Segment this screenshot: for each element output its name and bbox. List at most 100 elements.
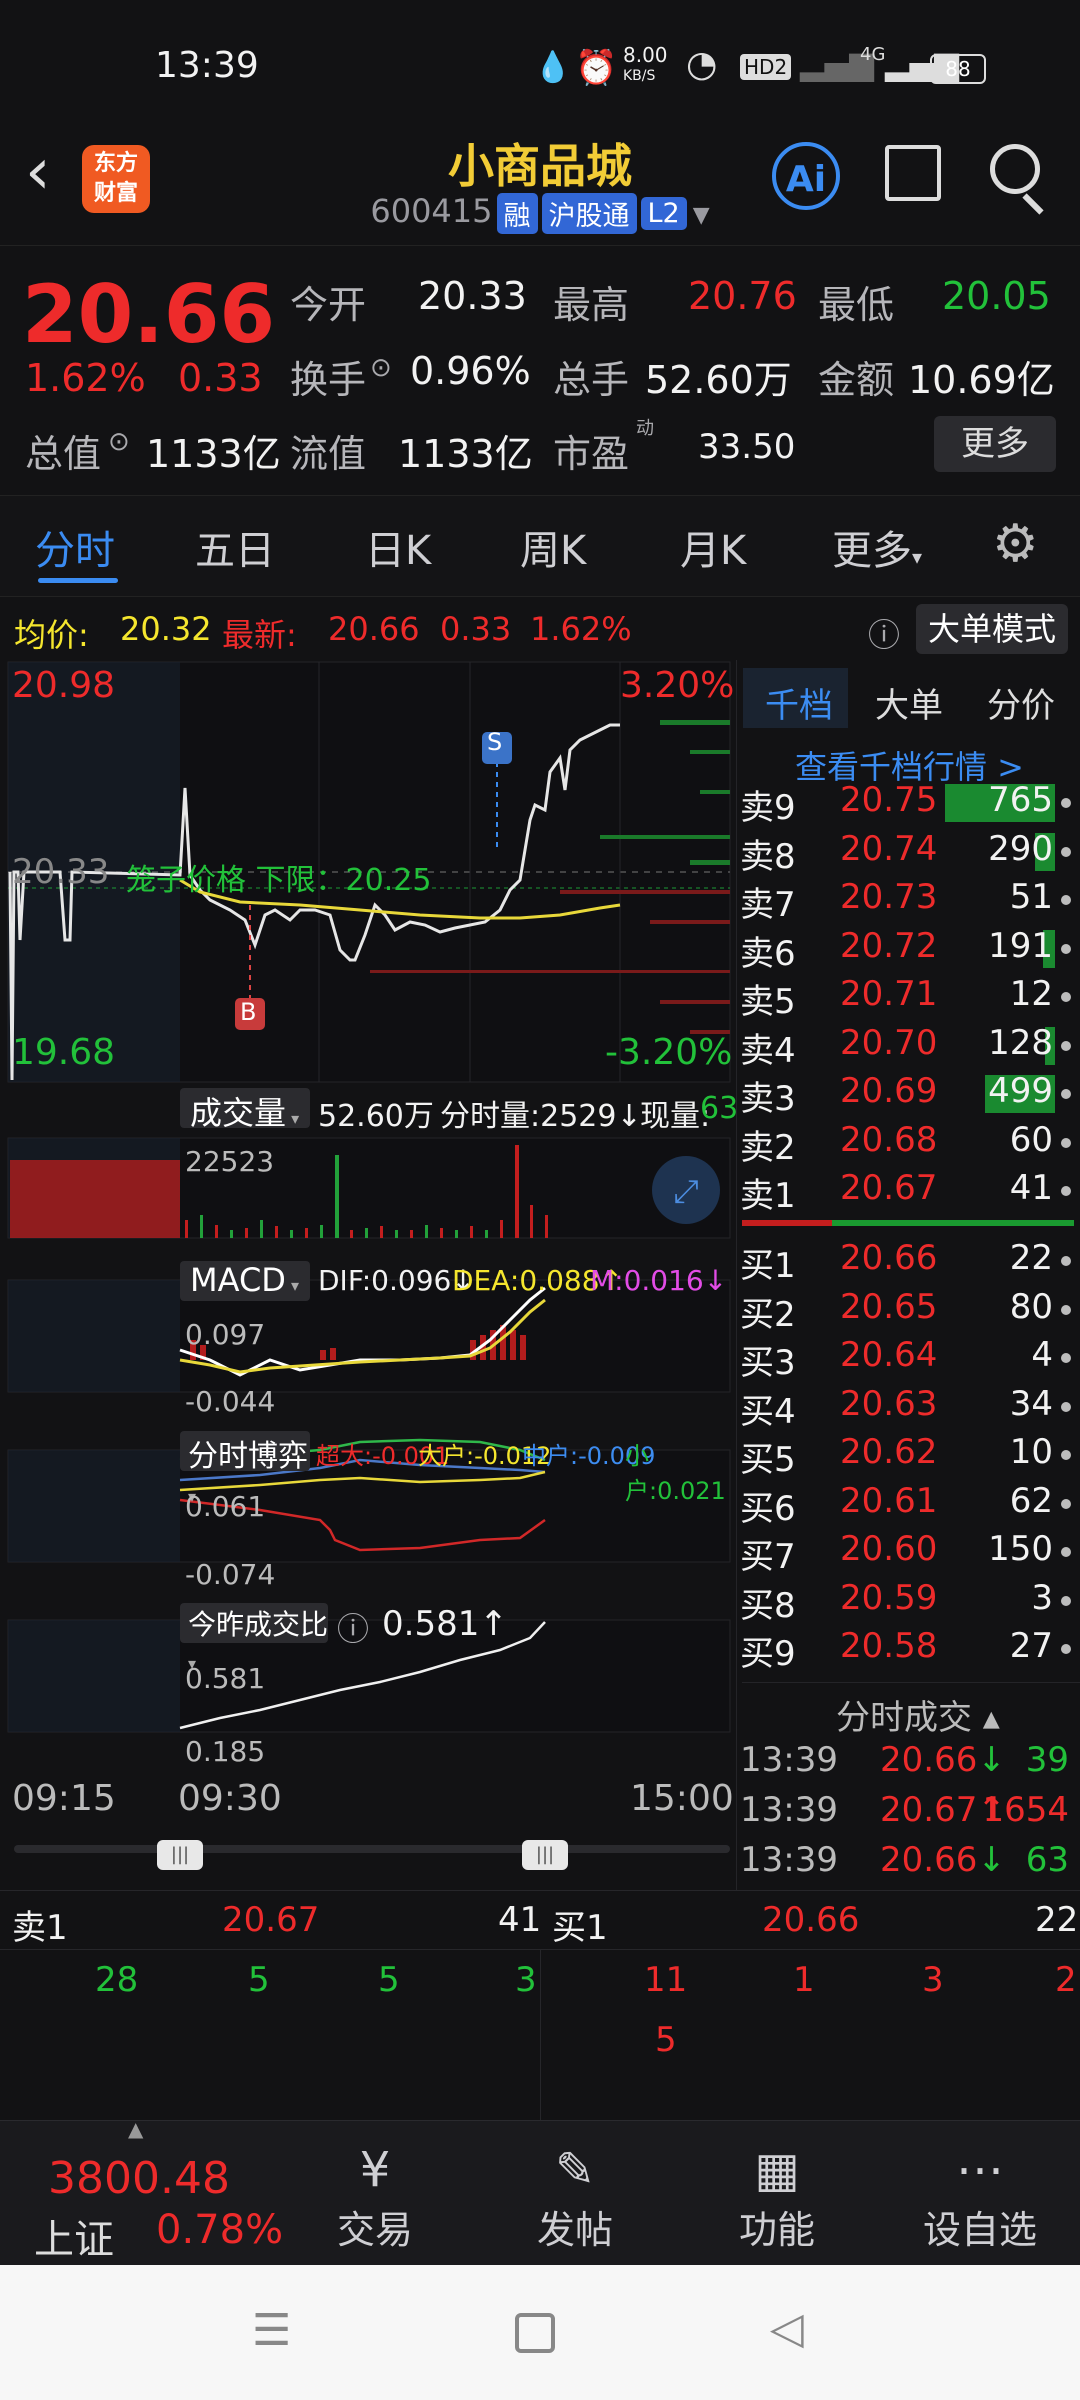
ratio-help-icon[interactable]: ⓘ [337, 1604, 369, 1650]
volume-total: 52.60万 [318, 1099, 434, 1134]
ask-row[interactable]: 卖4 20.70 128 [740, 1023, 1075, 1071]
ask-row[interactable]: 卖3 20.69 499 [740, 1071, 1075, 1119]
menu-icon[interactable]: ☰ [252, 2305, 291, 2356]
settings-gear-icon[interactable]: ⚙ [992, 514, 1039, 574]
latest-change: 0.33 [440, 610, 512, 648]
volume-indicator-select[interactable]: 成交量 ▾ [180, 1088, 310, 1132]
high-label: 最高 [553, 283, 630, 327]
bid-row[interactable]: 买2 20.65 80 [740, 1287, 1075, 1335]
bid-price: 20.58 [840, 1626, 938, 1666]
bid-row[interactable]: 买7 20.60 150 [740, 1529, 1075, 1577]
time-start: 09:15 [12, 1778, 116, 1819]
buy-marker-label: B [240, 998, 257, 1026]
float-value: 1133亿 [398, 432, 533, 476]
tab-more[interactable]: 更多▾ [832, 518, 922, 576]
margin-badge: 融 [496, 192, 538, 234]
bid-level: 买4 [740, 1391, 796, 1432]
range-handle-left[interactable]: ||| [157, 1840, 203, 1870]
trade-time: 13:39 [740, 1740, 838, 1780]
latest-value: 20.66 [328, 610, 420, 648]
orderbook-tab-price[interactable]: 分价 [987, 678, 1055, 727]
nav-post[interactable]: ✎ 发帖 [510, 2141, 640, 2254]
ask-row[interactable]: 卖9 20.75 765 [740, 780, 1075, 828]
home-icon[interactable] [515, 2313, 555, 2353]
ratio-indicator-select[interactable]: 今昨成交比 ▾ [180, 1603, 328, 1673]
search-icon[interactable] [990, 144, 1040, 194]
ask-volume: 128 [988, 1022, 1053, 1063]
index-name: 上证 [34, 2217, 114, 2263]
range-handle-right[interactable]: ||| [522, 1840, 568, 1870]
ask-row[interactable]: 卖6 20.72 191 [740, 926, 1075, 974]
volume-max: 22523 [185, 1145, 275, 1178]
game-indicator-select[interactable]: 分时博弈 ▾ [180, 1431, 310, 1506]
ask-row[interactable]: 卖2 20.68 60 [740, 1120, 1075, 1168]
tab-intraday[interactable]: 分时 [35, 518, 115, 576]
level-dot-icon [1061, 895, 1071, 905]
tab-daily-k[interactable]: 日K [365, 518, 431, 576]
level-dot-icon [1061, 992, 1071, 1002]
ask-level: 卖7 [740, 885, 796, 925]
high-value: 20.76 [688, 274, 797, 318]
latest-label: 最新: [222, 616, 297, 654]
tab-weekly-k[interactable]: 周K [520, 518, 586, 576]
edit-icon: ✎ [554, 2142, 596, 2198]
wifi-icon: ◔ [686, 44, 718, 85]
bid-row[interactable]: 买4 20.63 34 [740, 1384, 1075, 1432]
ask-row[interactable]: 卖7 20.73 51 [740, 877, 1075, 925]
bid-volume: 62 [1009, 1480, 1053, 1521]
share-icon[interactable] [885, 145, 941, 201]
level-dot-icon [1061, 943, 1071, 954]
ask-row[interactable]: 卖1 20.67 41 [740, 1168, 1075, 1216]
index-ticker[interactable]: ▲ 3800.48 上证 0.78% [20, 2117, 300, 2266]
bid-row[interactable]: 买1 20.66 22 [740, 1238, 1075, 1286]
bid-volume: 34 [1009, 1383, 1053, 1424]
queue-sell-order: 28 [95, 1960, 139, 2000]
bid-volume: 10 [1009, 1432, 1053, 1472]
ask-row[interactable]: 卖5 20.71 12 [740, 974, 1075, 1022]
bid-row[interactable]: 买9 20.58 27 [740, 1626, 1075, 1674]
cage-price-label: 笼子价格 下限：20.25 [126, 863, 432, 898]
sell-marker-label: S [487, 728, 503, 756]
info-icon-2[interactable]: ⊙ [108, 427, 130, 457]
ask-price: 20.71 [840, 974, 938, 1014]
prev-close-label: 20.33 [12, 852, 110, 892]
bid-row[interactable]: 买8 20.59 3 [740, 1578, 1075, 1626]
dropdown-icon[interactable]: ▼ [693, 203, 710, 228]
ask-price: 20.69 [840, 1071, 938, 1111]
ask-price: 20.68 [840, 1119, 938, 1160]
big-order-mode-button[interactable]: 大单模式 [916, 604, 1068, 654]
orderbook-tab-depth[interactable]: 千档 [765, 678, 833, 727]
macd-indicator-select[interactable]: MACD ▾ [180, 1261, 310, 1301]
info-icon[interactable]: ⊙ [370, 353, 392, 383]
bid-row[interactable]: 买3 20.64 4 [740, 1335, 1075, 1383]
signal-4g-label: 4G [860, 44, 886, 65]
nav-trade[interactable]: ¥ 交易 [310, 2141, 440, 2254]
trades-title[interactable]: 分时成交 ▴ [836, 1690, 1000, 1739]
nav-functions[interactable]: ▦ 功能 [712, 2141, 842, 2254]
ask-price: 20.75 [840, 780, 938, 820]
more-button[interactable]: 更多 [934, 416, 1056, 472]
bid-level: 买8 [740, 1585, 796, 1626]
tab-five-day[interactable]: 五日 [195, 518, 275, 576]
help-icon[interactable]: ⓘ [868, 610, 900, 656]
trade-price: 20.66↓ [880, 1740, 1006, 1780]
l2-badge: L2 [640, 196, 687, 230]
queue-buy-price: 20.66 [762, 1900, 860, 1940]
back-nav-icon[interactable]: ◁ [770, 2303, 804, 2354]
grid-icon: ▦ [754, 2142, 800, 2198]
stock-code: 600415 [370, 192, 493, 230]
tab-indicator [38, 578, 118, 583]
orderbook-tab-large[interactable]: 大单 [875, 678, 943, 727]
ai-assistant-button[interactable]: Ai [772, 142, 840, 210]
ask-row[interactable]: 卖8 20.74 290 [740, 829, 1075, 877]
pe-label: 市盈 [553, 432, 630, 476]
level-dot-icon [1061, 1644, 1071, 1654]
bid-row[interactable]: 买5 20.62 10 [740, 1432, 1075, 1480]
bid-volume: 27 [1009, 1626, 1053, 1666]
trade-time: 13:39 [740, 1840, 838, 1880]
nav-add-watchlist[interactable]: ⋯ 设自选 [915, 2141, 1045, 2254]
bid-row[interactable]: 买6 20.61 62 [740, 1481, 1075, 1529]
tab-monthly-k[interactable]: 月K [680, 518, 746, 576]
time-open: 09:30 [178, 1778, 282, 1819]
queue-buy-order: 3 [922, 1960, 944, 2000]
